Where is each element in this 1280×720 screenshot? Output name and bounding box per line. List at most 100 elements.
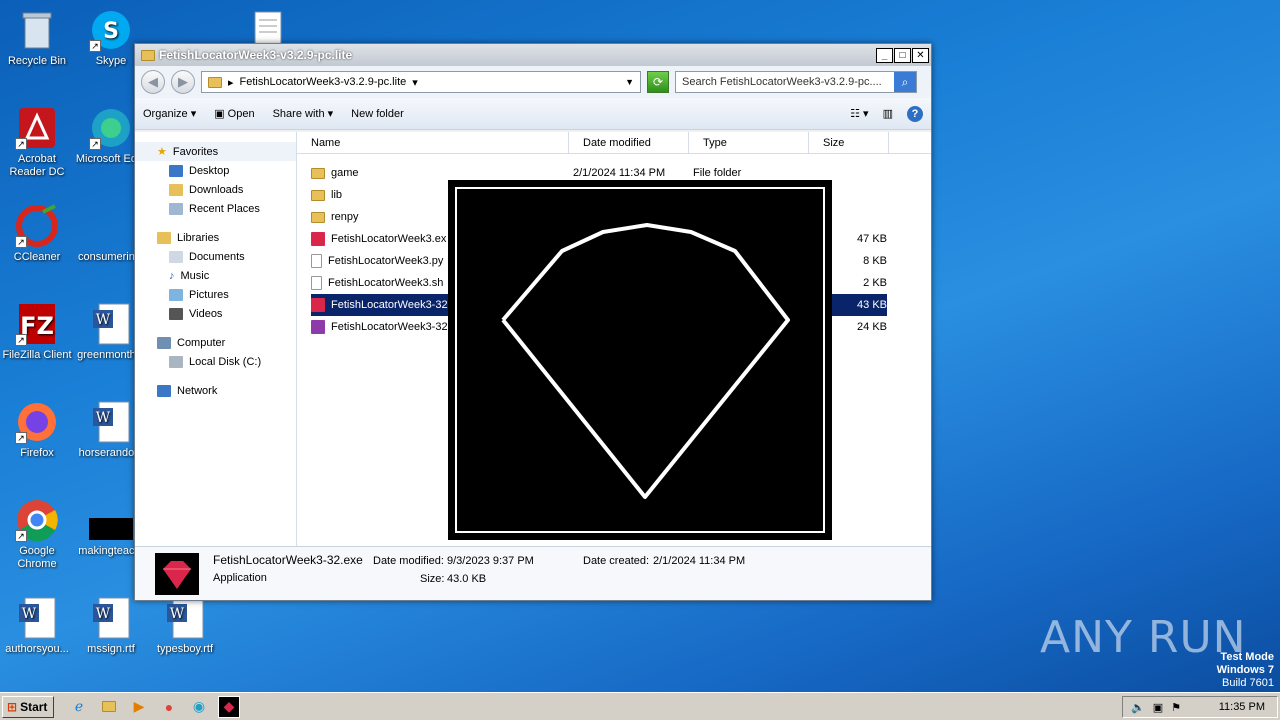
desktop-icon-ccleaner[interactable]: ↗ CCleaner <box>0 204 74 264</box>
nav-label: Recent Places <box>189 202 260 215</box>
action-center-icon[interactable]: ⚑ <box>1171 701 1181 714</box>
forward-button[interactable]: ▶ <box>171 70 195 94</box>
navigation-pane: ★ Favorites Desktop Downloads Recent Plac… <box>135 132 297 546</box>
nav-desktop[interactable]: Desktop <box>135 161 296 180</box>
game-taskbar-icon[interactable]: ◆ <box>218 695 240 718</box>
svg-text:W: W <box>96 410 111 426</box>
maximize-button[interactable]: □ <box>894 47 911 63</box>
anyrun-watermark: ANY RUN <box>1040 612 1247 663</box>
chrome-taskbar-icon[interactable]: ● <box>158 696 180 718</box>
nav-pictures[interactable]: Pictures <box>135 285 296 304</box>
star-icon: ★ <box>157 146 167 158</box>
details-date-created: 2/1/2024 11:34 PM <box>653 555 746 567</box>
folder-icon <box>311 211 325 223</box>
search-icon[interactable]: ⌕ <box>894 72 916 92</box>
address-field[interactable]: ▸ FetishLocatorWeek3-v3.2.9-pc.lite ▾ ▼ <box>201 71 641 93</box>
close-button[interactable]: ✕ <box>912 47 929 63</box>
ie-taskbar-icon[interactable]: ℯ <box>68 696 90 718</box>
nav-favorites[interactable]: ★ Favorites <box>135 142 296 161</box>
test-mode-watermark: Test Mode Windows 7 Build 7601 <box>1217 651 1274 690</box>
explorer-taskbar-icon[interactable] <box>98 696 120 718</box>
recycle-bin-icon <box>15 8 59 52</box>
desktop-icon-chrome[interactable]: ↗ Google Chrome <box>0 498 74 571</box>
desktop-icon-filezilla[interactable]: FZ ↗ FileZilla Client <box>0 302 74 362</box>
acrobat-icon: ↗ <box>15 106 59 150</box>
edge-icon: ↗ <box>89 106 133 150</box>
svg-text:W: W <box>22 606 37 622</box>
desktop-icon-acrobat[interactable]: ↗ Acrobat Reader DC <box>0 106 74 179</box>
shortcut-arrow-icon: ↗ <box>15 138 27 150</box>
breadcrumb-dropdown-icon[interactable]: ▾ <box>412 76 418 89</box>
start-button[interactable]: ⊞ Start <box>2 695 54 718</box>
desktop-icon-firefox[interactable]: ↗ Firefox <box>0 400 74 460</box>
desktop-icon-mssign[interactable]: W mssign.rtf <box>74 596 148 656</box>
organize-button[interactable]: Organize ▾ <box>143 107 196 120</box>
desktop-icon-label: Acrobat Reader DC <box>9 153 65 178</box>
nav-label: Computer <box>177 336 226 349</box>
downloads-icon <box>169 183 183 196</box>
new-folder-button[interactable]: New folder <box>351 108 404 120</box>
blank-file-icon <box>89 204 133 248</box>
nav-label: Libraries <box>177 231 220 244</box>
edge-taskbar-icon[interactable]: ◉ <box>188 696 210 718</box>
nav-label: Network <box>177 384 218 397</box>
media-player-icon: ▶ <box>133 698 145 714</box>
word-document-icon: W <box>89 302 133 346</box>
gem-icon <box>311 232 325 246</box>
nav-music[interactable]: ♪ Music <box>135 266 296 285</box>
window-titlebar[interactable]: FetishLocatorWeek3-v3.2.9-pc.lite _ □ ✕ <box>135 44 931 66</box>
open-button[interactable]: ▣ Open <box>214 107 254 120</box>
folder-icon <box>311 189 325 201</box>
breadcrumb-arrow-icon: ▸ <box>228 76 234 89</box>
minimize-button[interactable]: _ <box>876 47 893 63</box>
search-input[interactable]: Search FetishLocatorWeek3-v3.2.9-pc.... … <box>675 71 917 93</box>
ccleaner-icon: ↗ <box>15 204 59 248</box>
column-type[interactable]: Type <box>689 132 809 153</box>
view-options-icon[interactable]: ☷ ▾ <box>850 107 868 120</box>
file-type: File folder <box>693 167 742 179</box>
nav-local-disk[interactable]: Local Disk (C:) <box>135 352 296 371</box>
computer-icon <box>157 336 171 349</box>
network-tray-icon[interactable]: ▣ <box>1153 701 1163 714</box>
watermark-line: Test Mode <box>1220 651 1274 663</box>
desktop-icon-authorsyou[interactable]: W authorsyou... <box>0 596 74 656</box>
media-player-taskbar-icon[interactable]: ▶ <box>128 696 150 718</box>
column-date-modified[interactable]: Date modified <box>569 132 689 153</box>
help-icon[interactable]: ? <box>907 105 923 122</box>
column-name[interactable]: Name <box>297 132 569 153</box>
desktop-icon-typesboy[interactable]: W typesboy.rtf <box>148 596 222 656</box>
nav-downloads[interactable]: Downloads <box>135 180 296 199</box>
chrome-icon: ● <box>164 698 174 715</box>
nav-recent-places[interactable]: Recent Places <box>135 199 296 218</box>
nav-documents[interactable]: Documents <box>135 247 296 266</box>
nav-label: Downloads <box>189 183 244 196</box>
details-size-label: Size: <box>420 573 445 585</box>
nav-network[interactable]: Network <box>135 381 296 400</box>
address-history-dropdown-icon[interactable]: ▼ <box>625 77 634 87</box>
nav-videos[interactable]: Videos <box>135 304 296 323</box>
app-splash-window[interactable] <box>448 180 832 540</box>
volume-icon[interactable]: 🔈 <box>1131 701 1145 714</box>
desktop-icon-label: Firefox <box>20 447 54 459</box>
refresh-button[interactable]: ⟳ <box>647 71 669 93</box>
desktop-icon-recycle-bin[interactable]: Recycle Bin <box>0 8 74 68</box>
back-button[interactable]: ◀ <box>141 70 165 94</box>
nav-libraries[interactable]: Libraries <box>135 228 296 247</box>
desktop-icon-label: authorsyou... <box>5 643 69 655</box>
share-with-button[interactable]: Share with ▾ <box>273 107 334 120</box>
file-icon <box>311 254 322 268</box>
nav-label: Music <box>180 269 210 282</box>
watermark-line: Windows 7 <box>1216 664 1274 676</box>
file-size: 24 KB <box>857 321 887 333</box>
file-name: FetishLocatorWeek3.sh <box>328 277 444 289</box>
clock[interactable]: 11:35 PM <box>1219 701 1265 713</box>
details-filename: FetishLocatorWeek3-32.exe <box>213 553 363 567</box>
svg-text:S: S <box>103 19 119 44</box>
nav-computer[interactable]: Computer <box>135 333 296 352</box>
desktop-icon-label: Recycle Bin <box>7 55 67 67</box>
file-size: 8 KB <box>863 255 887 267</box>
preview-pane-icon[interactable]: ▥ <box>883 107 893 120</box>
column-headers: Name Date modified Type Size <box>297 132 931 154</box>
file-name: game <box>331 167 359 179</box>
column-size[interactable]: Size <box>809 132 889 153</box>
